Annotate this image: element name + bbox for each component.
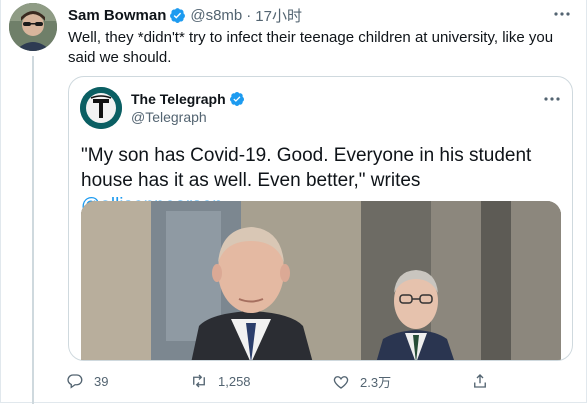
tweet-text: Well, they *didn't* try to infect their … bbox=[68, 29, 554, 66]
share-icon bbox=[474, 374, 486, 388]
avatar[interactable] bbox=[9, 3, 57, 51]
quoted-author-row: The Telegraph bbox=[131, 91, 245, 107]
author-name[interactable]: Sam Bowman bbox=[68, 7, 166, 24]
retweet-icon bbox=[193, 374, 205, 388]
more-icon[interactable] bbox=[552, 6, 572, 22]
retweet-count: 1,258 bbox=[218, 373, 251, 389]
more-icon[interactable] bbox=[542, 91, 562, 107]
quoted-photo[interactable] bbox=[81, 201, 561, 360]
quoted-avatar[interactable] bbox=[80, 87, 122, 129]
quoted-text-main: "My son has Covid-19. Good. Everyone in … bbox=[81, 145, 532, 191]
quoted-author-name[interactable]: The Telegraph bbox=[131, 91, 226, 107]
author-handle[interactable]: @s8mb bbox=[190, 7, 242, 24]
verified-badge-icon bbox=[229, 92, 244, 106]
like-button[interactable]: 2.3万 bbox=[332, 372, 391, 391]
thread-line bbox=[32, 56, 34, 404]
reply-count: 39 bbox=[94, 373, 109, 389]
retweet-button[interactable]: 1,258 bbox=[190, 372, 251, 390]
like-count: 2.3万 bbox=[360, 375, 392, 390]
action-bar: 39 1,258 2.3万 bbox=[66, 372, 566, 394]
reply-button[interactable]: 39 bbox=[66, 372, 108, 390]
reply-icon bbox=[67, 374, 83, 389]
tweet-header: Sam Bowman @s8mb · 17小时 bbox=[68, 4, 302, 26]
verified-badge-icon bbox=[170, 7, 186, 23]
timestamp[interactable]: 17小时 bbox=[255, 5, 302, 26]
share-button[interactable] bbox=[471, 372, 489, 390]
like-icon bbox=[333, 375, 349, 389]
separator-dot: · bbox=[246, 6, 252, 24]
quoted-tweet[interactable]: The Telegraph @Telegraph "My son has Cov… bbox=[68, 76, 573, 361]
quoted-author-handle[interactable]: @Telegraph bbox=[131, 109, 207, 125]
